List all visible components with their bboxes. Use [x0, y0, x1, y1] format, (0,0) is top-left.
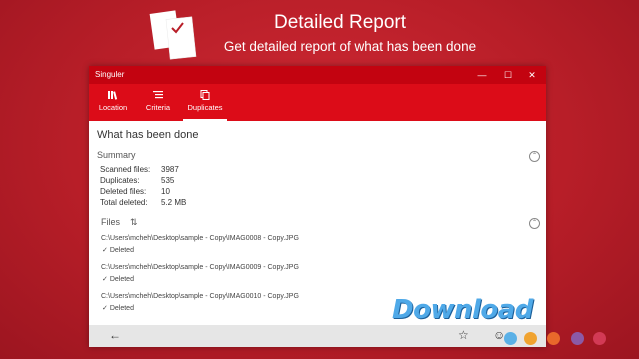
minimize-icon[interactable]: — [470, 66, 494, 84]
tab-location[interactable]: Location [93, 84, 133, 121]
tab-ribbon: Location Criteria Duplicates [89, 84, 546, 121]
hero-title: Detailed Report [273, 12, 407, 33]
window-title: Singuler [95, 70, 125, 79]
watermark-dot [504, 332, 517, 345]
tab-criteria[interactable]: Criteria [139, 84, 177, 121]
stat-duplicates: Duplicates: 535 [100, 176, 174, 185]
watermark-dot [593, 332, 606, 345]
file-path: C:\Users\mcheh\Desktop\sample - Copy\IMA… [101, 235, 299, 242]
stat-total-deleted: Total deleted: 5.2 MB [100, 198, 186, 207]
stat-key: Duplicates: [100, 176, 140, 185]
stat-key: Total deleted: [100, 198, 148, 207]
page-title: What has been done [97, 129, 199, 141]
check-icon: ✓ [102, 276, 108, 283]
back-arrow-icon[interactable]: ← [109, 328, 121, 342]
stat-key: Scanned files: [100, 165, 151, 174]
hero-subtitle: Get detailed report of what has been don… [223, 39, 477, 54]
tab-location-label: Location [98, 103, 128, 112]
stat-deleted: Deleted files: 10 [100, 187, 170, 196]
close-icon[interactable]: ✕ [520, 66, 544, 84]
file-status-label: Deleted [109, 305, 134, 312]
bottom-app-bar: ← ☆ ☺ [89, 325, 546, 347]
file-status-label: Deleted [109, 247, 134, 254]
maximize-icon[interactable]: ☐ [496, 66, 520, 84]
tab-duplicates-label: Duplicates [187, 103, 223, 112]
file-status: ✓ Deleted [102, 304, 134, 312]
file-status: ✓ Deleted [102, 246, 134, 254]
download-watermark: Download [392, 295, 533, 325]
file-status: ✓ Deleted [102, 275, 134, 283]
watermark-dot [547, 332, 560, 345]
star-icon[interactable]: ☆ [458, 328, 469, 342]
file-path: C:\Users\mcheh\Desktop\sample - Copy\IMA… [101, 293, 299, 300]
collapse-files-icon[interactable]: ⌃ [529, 218, 540, 229]
summary-label: Summary [97, 150, 136, 160]
collapse-summary-icon[interactable]: ⌃ [529, 151, 540, 162]
file-path: C:\Users\mcheh\Desktop\sample - Copy\IMA… [101, 264, 299, 271]
stat-value: 5.2 MB [161, 198, 187, 207]
library-icon [107, 90, 119, 100]
stat-value: 10 [161, 187, 170, 196]
stat-value: 3987 [161, 165, 179, 174]
check-icon: ✓ [102, 305, 108, 312]
tab-duplicates[interactable]: Duplicates [183, 84, 227, 121]
file-status-label: Deleted [109, 276, 134, 283]
report-check-icon [148, 8, 204, 64]
tab-criteria-label: Criteria [145, 103, 171, 112]
watermark-dot [524, 332, 537, 345]
title-bar: Singuler — ☐ ✕ [89, 66, 546, 84]
files-label: Files [101, 217, 121, 227]
copy-icon [199, 90, 211, 100]
stat-scanned: Scanned files: 3987 [100, 165, 179, 174]
watermark-dot [571, 332, 584, 345]
stat-key: Deleted files: [100, 187, 147, 196]
check-icon: ✓ [102, 247, 108, 254]
sort-icon[interactable]: ⇅ [130, 217, 138, 228]
list-icon [152, 90, 164, 100]
stat-value: 535 [161, 176, 175, 185]
